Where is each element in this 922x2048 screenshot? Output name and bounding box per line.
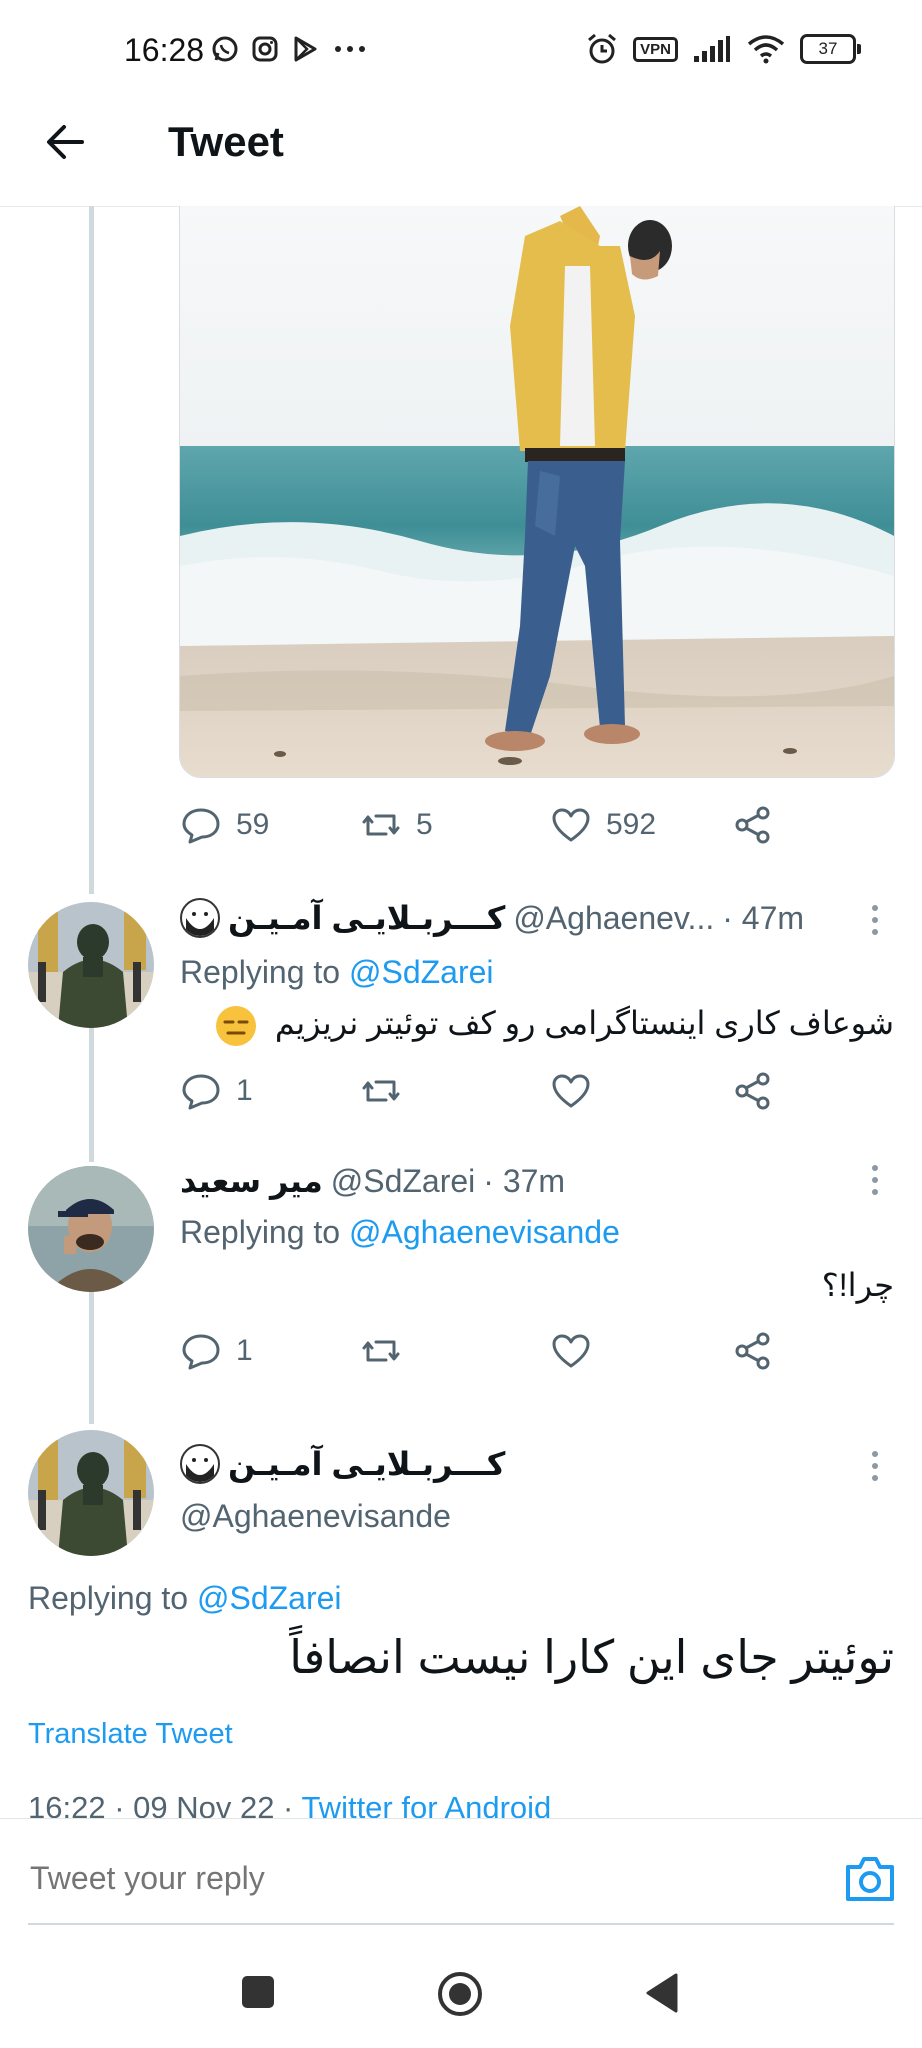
display-name[interactable]: کـــربـلایـی آمـیـن	[228, 1445, 505, 1483]
home-circle-icon[interactable]	[436, 1970, 484, 2018]
reply-header: کـــربـلایـی آمـیـن @Aghaenev... · 47m	[180, 898, 804, 938]
display-name[interactable]: کـــربـلایـی آمـیـن	[228, 899, 505, 937]
replying-to-link[interactable]: @Aghaenevisande	[349, 1214, 620, 1250]
reply-icon	[182, 1074, 220, 1110]
app-header	[0, 100, 922, 207]
thread-connector	[89, 206, 94, 894]
avatar-image	[28, 1430, 154, 1556]
more-options-icon[interactable]	[870, 1448, 880, 1488]
replying-to: Replying to @SdZarei	[28, 1580, 342, 1616]
heart-icon	[552, 1074, 590, 1108]
bearded-face-emoji-icon	[180, 1444, 220, 1484]
recent-apps-icon[interactable]	[242, 1976, 274, 2008]
heart-icon	[552, 1334, 590, 1368]
timestamp: · 37m	[483, 1162, 566, 1199]
replying-to-link[interactable]: @SdZarei	[197, 1580, 342, 1616]
like-count: 592	[606, 808, 657, 841]
retweet-count: 5	[416, 808, 433, 841]
tweet-media-image[interactable]	[179, 206, 895, 778]
retweet-icon	[362, 814, 400, 836]
reply-composer	[0, 1818, 922, 1943]
status-system-icons: VPN 37	[585, 32, 861, 66]
more-options-icon[interactable]	[870, 902, 880, 942]
status-notification-icons	[210, 34, 370, 64]
retweet-action[interactable]: 5	[360, 804, 433, 846]
expressionless-emoji-icon	[216, 1005, 257, 1046]
bearded-face-emoji-icon	[180, 898, 220, 938]
tweet-text: چرا!؟	[821, 1267, 894, 1303]
avatar[interactable]	[28, 902, 154, 1028]
heart-icon	[552, 808, 590, 842]
reply-icon	[182, 808, 220, 844]
handle[interactable]: @Aghaenev...	[513, 900, 714, 937]
reply-count: 59	[236, 808, 270, 841]
like-action[interactable]	[550, 1070, 592, 1112]
handle[interactable]: @SdZarei	[331, 1163, 476, 1200]
focused-tweet-text: توئیتر جای این کارا نیست انصافاً	[289, 1631, 894, 1683]
play-store-icon	[294, 36, 317, 62]
thread-connector	[89, 1292, 94, 1424]
timestamp: · 47m	[722, 899, 805, 936]
retweet-icon	[362, 1340, 400, 1362]
back-arrow-icon[interactable]	[42, 118, 90, 166]
focused-tweet-name: کـــربـلایـی آمـیـن	[180, 1444, 505, 1484]
reply-action[interactable]: 1	[180, 1070, 253, 1112]
reply-count: 1	[236, 1074, 253, 1107]
tweet-action-bar: 59 5 592	[180, 804, 800, 848]
replying-to-link[interactable]: @SdZarei	[349, 954, 494, 990]
share-icon	[735, 1332, 770, 1370]
replying-to: Replying to @Aghaenevisande	[180, 1214, 620, 1250]
more-notifications-icon	[335, 46, 365, 52]
like-action[interactable]	[550, 1330, 592, 1372]
whatsapp-icon	[212, 36, 238, 62]
avatar[interactable]	[28, 1166, 154, 1292]
tweet-action-bar: 1	[180, 1070, 800, 1114]
reply-icon	[182, 1334, 220, 1370]
tweet-text: شوعاف کاری اینستاگرامی رو کف توئیتر نریز…	[216, 1004, 894, 1046]
share-action[interactable]	[732, 804, 774, 846]
avatar-image	[28, 1166, 154, 1292]
status-time: 16:28	[124, 32, 205, 68]
like-action[interactable]: 592	[550, 804, 656, 846]
display-name[interactable]: میر سعید	[180, 1162, 323, 1200]
beach-photo	[180, 206, 894, 777]
retweet-icon	[362, 1080, 400, 1102]
composer-divider	[28, 1923, 894, 1925]
wifi-icon	[747, 35, 785, 64]
thread-connector	[89, 1026, 94, 1162]
share-action[interactable]	[732, 1070, 774, 1112]
status-bar: 16:28 VPN 37	[0, 0, 922, 100]
battery-indicator: 37	[800, 34, 861, 64]
signal-icon	[694, 36, 730, 62]
vpn-badge: VPN	[633, 36, 678, 62]
retweet-action[interactable]	[360, 1330, 402, 1372]
instagram-icon	[252, 36, 278, 62]
reply-input[interactable]	[28, 1859, 812, 1898]
handle[interactable]: @Aghaenevisande	[180, 1498, 451, 1535]
avatar[interactable]	[28, 1430, 154, 1556]
replying-to: Replying to @SdZarei	[180, 954, 494, 990]
share-icon	[735, 806, 770, 844]
translate-tweet-link[interactable]: Translate Tweet	[28, 1718, 233, 1751]
back-triangle-icon[interactable]	[644, 1971, 680, 2015]
focused-tweet-handle: @Aghaenevisande	[180, 1498, 451, 1535]
share-icon	[735, 1072, 770, 1110]
reply-action[interactable]: 59	[180, 804, 269, 846]
reply-count: 1	[236, 1334, 253, 1367]
tweet-action-bar: 1	[180, 1330, 800, 1374]
camera-icon[interactable]	[842, 1853, 898, 1905]
alarm-icon	[588, 33, 617, 64]
reply-action[interactable]: 1	[180, 1330, 253, 1372]
more-options-icon[interactable]	[870, 1162, 880, 1202]
page-title: Tweet	[168, 118, 284, 165]
avatar-image	[28, 902, 154, 1028]
retweet-action[interactable]	[360, 1070, 402, 1112]
reply-header: میر سعید @SdZarei · 37m	[180, 1162, 565, 1200]
share-action[interactable]	[732, 1330, 774, 1372]
